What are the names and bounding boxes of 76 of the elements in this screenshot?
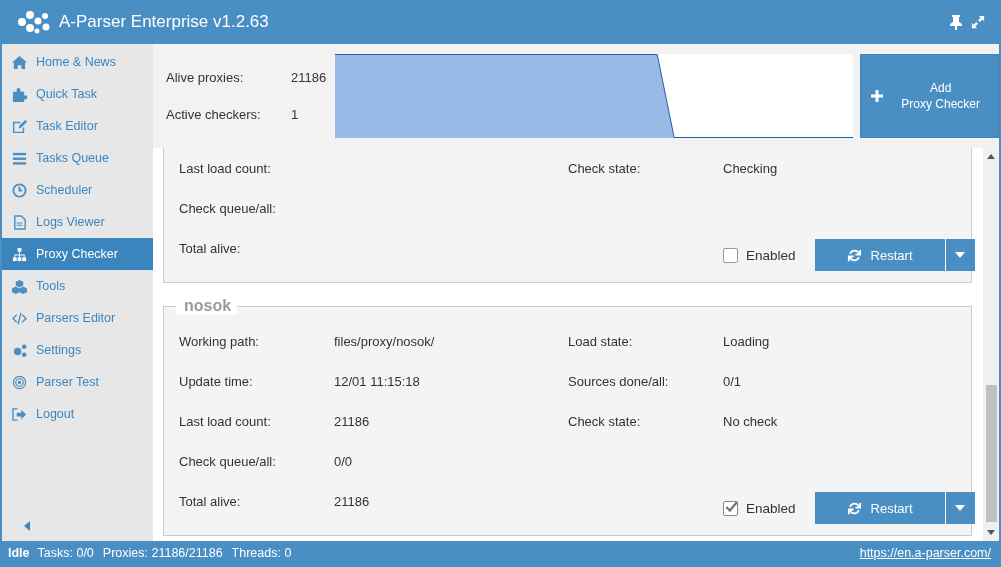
sitemap-icon [12,246,27,262]
field-label: Last load count: [179,413,272,429]
field-label: Check queue/all: [179,453,277,469]
scroll-up-icon[interactable] [987,154,995,159]
status-text: Tasks: 0/0 [37,546,94,560]
home-icon [12,54,27,70]
field-value: 21186 [334,413,371,429]
scrollbar[interactable] [983,148,999,541]
sidebar-item[interactable]: Logout [2,398,153,430]
field-value: 21186 [334,493,371,509]
scroll-down-icon[interactable] [987,530,995,535]
restart-button[interactable]: Restart [814,239,946,271]
sidebar-item[interactable]: Tasks Queue [2,142,153,174]
status-text: Threads: 0 [231,546,292,560]
status-text: Proxies: 21186/21186 [102,546,223,560]
field-label: Total alive: [179,240,242,256]
field-value: 0/1 [723,373,743,389]
add-proxy-checker-button[interactable]: Add Proxy Checker [860,54,999,138]
sidebar-item[interactable]: Scheduler [2,174,153,206]
stat-label: Alive proxies: [166,70,245,85]
check-icon [724,499,738,514]
field-value: 12/01 11:15:18 [334,373,421,389]
pin-icon[interactable] [949,14,963,30]
puzzle-icon [12,86,27,102]
sidebar-item[interactable]: Proxy Checker [2,238,153,270]
field-label: Last load count: [179,160,272,176]
enabled-checkbox[interactable]: Enabled [723,500,796,516]
sidebar-item[interactable]: Tools [2,270,153,302]
refresh-icon [846,247,862,263]
sidebar-item[interactable]: Quick Task [2,78,153,110]
refresh-icon [846,500,862,516]
checker-name: nosok [176,297,238,315]
sign-out-icon [12,406,27,422]
dropdown-button[interactable] [945,239,975,271]
caret-icon [955,505,966,511]
field-value: No check [723,413,779,429]
restart-button[interactable]: Restart [814,492,946,524]
clock-icon [12,182,27,198]
sidebar-item[interactable]: Home & News [2,46,153,78]
website-link[interactable]: https://en.a-parser.com/ [859,546,991,560]
caret-icon [955,252,966,258]
plus-icon [871,90,884,102]
field-value: 0/0 [334,453,354,469]
document-icon [12,214,27,230]
field-value: Loading [723,333,771,349]
list-icon [12,150,27,166]
logo-icon [17,9,51,35]
cubes-icon [12,278,27,294]
sidebar-item[interactable]: Parser Test [2,366,153,398]
field-label: Check state: [568,160,642,176]
stat-label: Active checkers: [166,107,262,122]
field-label: Total alive: [179,493,242,509]
field-label: Working path: [179,333,260,349]
field-label: Load state: [568,333,634,349]
field-value: Checking [723,160,779,176]
sidebar-item[interactable]: Task Editor [2,110,153,142]
sidebar-item[interactable]: Settings [2,334,153,366]
sidebar-item[interactable]: Logs Viewer [2,206,153,238]
enabled-checkbox[interactable]: Enabled [723,247,796,263]
field-label: Check state: [568,413,642,429]
code-icon [12,310,27,326]
dropdown-button[interactable] [945,492,975,524]
status-state: Idle [8,546,30,560]
target-icon [12,374,27,390]
scrollbar-thumb[interactable] [986,385,997,522]
field-label: Update time: [179,373,254,389]
field-label: Sources done/all: [568,373,670,389]
edit-icon [12,118,27,134]
sidebar-item[interactable]: Parsers Editor [2,302,153,334]
expand-icon[interactable] [971,14,985,30]
stat-value: 1 [291,107,299,122]
stat-value: 21186 [291,70,327,85]
window-title: A-Parser Enterprise v1.2.63 [59,12,269,32]
field-value: files/proxy/nosok/ [334,333,436,349]
field-label: Check queue/all: [179,200,277,216]
collapse-icon[interactable] [24,521,30,531]
